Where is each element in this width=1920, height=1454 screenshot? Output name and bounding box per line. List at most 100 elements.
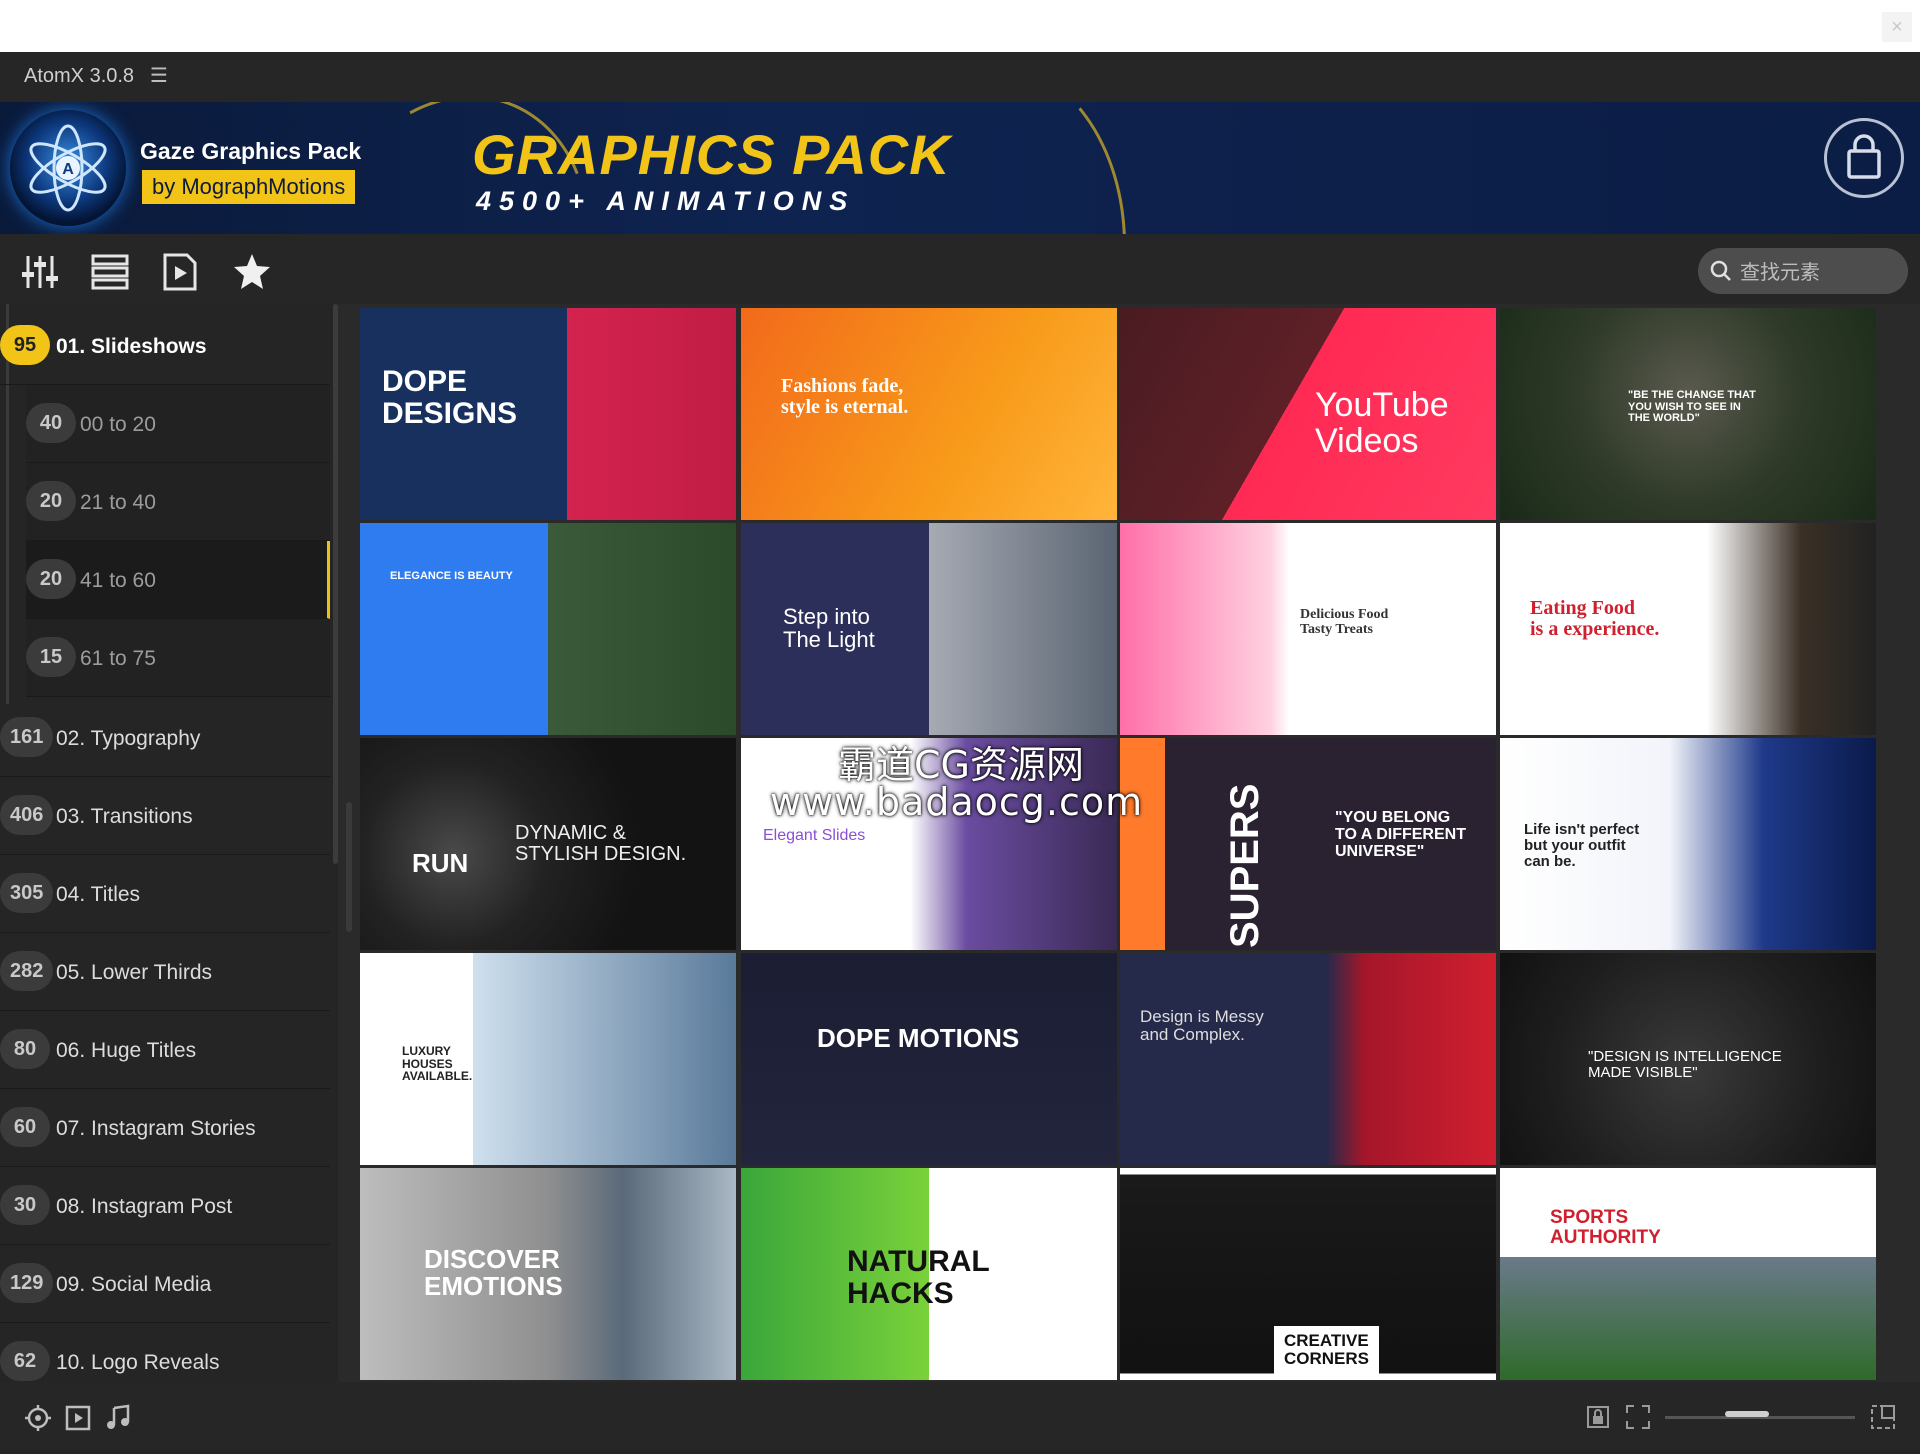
template-thumbnail[interactable]: Step into The Light xyxy=(741,523,1117,735)
count-badge: 60 xyxy=(0,1107,50,1147)
svg-text:A: A xyxy=(62,161,74,178)
mixer-icon[interactable] xyxy=(20,252,60,292)
sidebar-item[interactable]: 08. Instagram Post 30 xyxy=(0,1167,330,1245)
template-thumbnail[interactable]: DISCOVER EMOTIONS xyxy=(360,1168,736,1380)
window-close-button[interactable]: × xyxy=(1882,12,1912,42)
template-thumbnail[interactable]: YouTube Videos xyxy=(1120,308,1496,520)
template-thumbnail[interactable]: CREATIVE CORNERS xyxy=(1120,1168,1496,1380)
lock-icon[interactable] xyxy=(1585,1404,1611,1430)
template-thumbnail[interactable]: ELEGANCE IS BEAUTY xyxy=(360,523,736,735)
template-title: DOPE MOTIONS xyxy=(817,1023,1020,1053)
template-title: ELEGANCE IS BEAUTY xyxy=(390,570,513,582)
count-badge: 161 xyxy=(0,717,54,757)
sidebar-item-label: 61 to 75 xyxy=(80,647,156,670)
template-thumbnail[interactable]: Eating Food is a experience. xyxy=(1500,523,1876,735)
template-title: Step into The Light xyxy=(783,604,875,653)
template-thumbnail[interactable]: Design is Messy and Complex. xyxy=(1120,953,1496,1165)
template-title: LUXURY HOUSES AVAILABLE. xyxy=(402,1044,473,1084)
atomx-logo: A xyxy=(10,110,126,226)
template-thumbnail[interactable]: "DESIGN IS INTELLIGENCE MADE VISIBLE" xyxy=(1500,953,1876,1165)
sidebar-item-label: 07. Instagram Stories xyxy=(56,1117,256,1140)
grid-scrollbar[interactable] xyxy=(346,802,352,932)
pack-banner: A Gaze Graphics Pack by MographMotions G… xyxy=(0,102,1920,234)
template-title: CREATIVE CORNERS xyxy=(1274,1326,1380,1374)
template-title: YouTube Videos xyxy=(1315,386,1449,460)
window-top-strip: × xyxy=(0,0,1920,52)
template-thumbnail[interactable]: LUXURY HOUSES AVAILABLE. xyxy=(360,953,736,1165)
target-icon[interactable] xyxy=(24,1404,52,1432)
search-box[interactable] xyxy=(1698,248,1908,294)
template-title: "BE THE CHANGE THAT YOU WISH TO SEE IN T… xyxy=(1628,389,1756,425)
template-thumbnail[interactable]: Life isn't perfect but your outfit can b… xyxy=(1500,738,1876,950)
shopping-bag-icon xyxy=(1847,134,1881,179)
app-window: AtomX 3.0.8 ☰ A Gaze Graphics Pack by Mo… xyxy=(0,52,1920,1454)
sidebar-item[interactable]: 41 to 60 20 xyxy=(26,541,330,619)
template-title: Fashions fade, style is eternal. xyxy=(781,375,909,418)
list-view-icon[interactable] xyxy=(90,252,130,292)
fit-icon[interactable] xyxy=(1625,1404,1651,1430)
template-grid: DOPE DESIGNS Fashions fade, style is eter… xyxy=(360,308,1878,1380)
sidebar-item-label: 10. Logo Reveals xyxy=(56,1351,220,1374)
sidebar-item[interactable]: 06. Huge Titles 80 xyxy=(0,1011,330,1089)
sidebar-item-label: 04. Titles xyxy=(56,883,141,906)
music-icon[interactable] xyxy=(104,1404,132,1432)
bottom-bar xyxy=(0,1382,1920,1454)
sidebar-item-label: 00 to 20 xyxy=(80,413,156,436)
count-badge: 406 xyxy=(0,795,54,835)
search-input[interactable] xyxy=(1738,257,1902,287)
template-title: DISCOVER EMOTIONS xyxy=(424,1244,563,1302)
app-title: AtomX 3.0.8 xyxy=(24,65,135,87)
sidebar-item[interactable]: 21 to 40 20 xyxy=(26,463,330,541)
count-badge: 20 xyxy=(26,559,76,599)
play-icon[interactable] xyxy=(64,1404,92,1432)
template-thumbnail[interactable]: DOPE MOTIONS xyxy=(741,953,1117,1165)
template-thumbnail[interactable]: DOPE DESIGNS xyxy=(360,308,736,520)
template-thumbnail[interactable]: "YOU BELONG TO A DIFFERENT UNIVERSE" SUPE… xyxy=(1120,738,1496,950)
sidebar-scrollbar[interactable] xyxy=(333,304,338,864)
sidebar-item[interactable]: 03. Transitions 406 xyxy=(0,777,330,855)
template-vertical-title: SUPERS xyxy=(1223,783,1267,949)
sidebar-item-label: 21 to 40 xyxy=(80,491,156,514)
shopping-bag-button[interactable] xyxy=(1824,118,1904,198)
banner-headline: GRAPHICS PACK xyxy=(472,123,951,186)
sidebar-item-label: 01. Slideshows xyxy=(56,335,207,358)
template-title: "YOU BELONG TO A DIFFERENT UNIVERSE" xyxy=(1335,809,1466,860)
zoom-slider-thumb[interactable] xyxy=(1725,1411,1769,1417)
title-bar: AtomX 3.0.8 ☰ xyxy=(0,52,1920,102)
pack-name: Gaze Graphics Pack xyxy=(140,138,362,164)
template-thumbnail[interactable]: SPORTS AUTHORITY xyxy=(1500,1168,1876,1380)
template-title: Design is Messy and Complex. xyxy=(1140,1007,1264,1044)
sidebar-item[interactable]: 09. Social Media 129 xyxy=(0,1245,330,1323)
toolbar xyxy=(0,234,1920,304)
hamburger-menu-icon[interactable]: ☰ xyxy=(150,63,168,88)
sidebar-item[interactable]: 01. Slideshows 95 xyxy=(0,307,330,385)
sidebar-item-label: 05. Lower Thirds xyxy=(56,961,213,984)
count-badge: 80 xyxy=(0,1029,50,1069)
template-thumbnail[interactable]: Delicious Food Tasty Treats xyxy=(1120,523,1496,735)
count-badge: 15 xyxy=(26,637,76,677)
sidebar-item-label: 41 to 60 xyxy=(80,569,156,592)
template-thumbnail[interactable]: "BE THE CHANGE THAT YOU WISH TO SEE IN T… xyxy=(1500,308,1876,520)
expand-icon[interactable] xyxy=(1870,1404,1896,1430)
template-thumbnail[interactable]: NATURAL HACKS xyxy=(741,1168,1117,1380)
sidebar-item[interactable]: 10. Logo Reveals 62 xyxy=(0,1323,330,1382)
pack-author-badge: by MographMotions xyxy=(142,170,356,204)
template-title: SPORTS AUTHORITY xyxy=(1550,1207,1661,1248)
sidebar-item[interactable]: 02. Typography 161 xyxy=(0,699,330,777)
sidebar-item[interactable]: 05. Lower Thirds 282 xyxy=(0,933,330,1011)
template-title: DYNAMIC & STYLISH DESIGN. xyxy=(515,822,687,865)
sidebar-item[interactable]: 07. Instagram Stories 60 xyxy=(0,1089,330,1167)
count-badge: 95 xyxy=(0,325,50,365)
favorites-star-icon[interactable] xyxy=(232,252,272,292)
sidebar-item[interactable]: 61 to 75 15 xyxy=(26,619,330,697)
sidebar-item[interactable]: 04. Titles 305 xyxy=(0,855,330,933)
template-title: Elegant Slides xyxy=(763,827,866,844)
count-badge: 30 xyxy=(0,1185,50,1225)
template-thumbnail[interactable]: DYNAMIC & STYLISH DESIGN. RUN xyxy=(360,738,736,950)
sidebar-item[interactable]: 00 to 20 40 xyxy=(26,385,330,463)
template-thumbnail[interactable]: Fashions fade, style is eternal. xyxy=(741,308,1117,520)
preview-file-icon[interactable] xyxy=(160,252,200,292)
sidebar-item-label: 09. Social Media xyxy=(56,1273,212,1296)
watermark-url: www.badaocg.com xyxy=(770,780,1144,824)
template-title: DOPE DESIGNS xyxy=(382,365,518,430)
